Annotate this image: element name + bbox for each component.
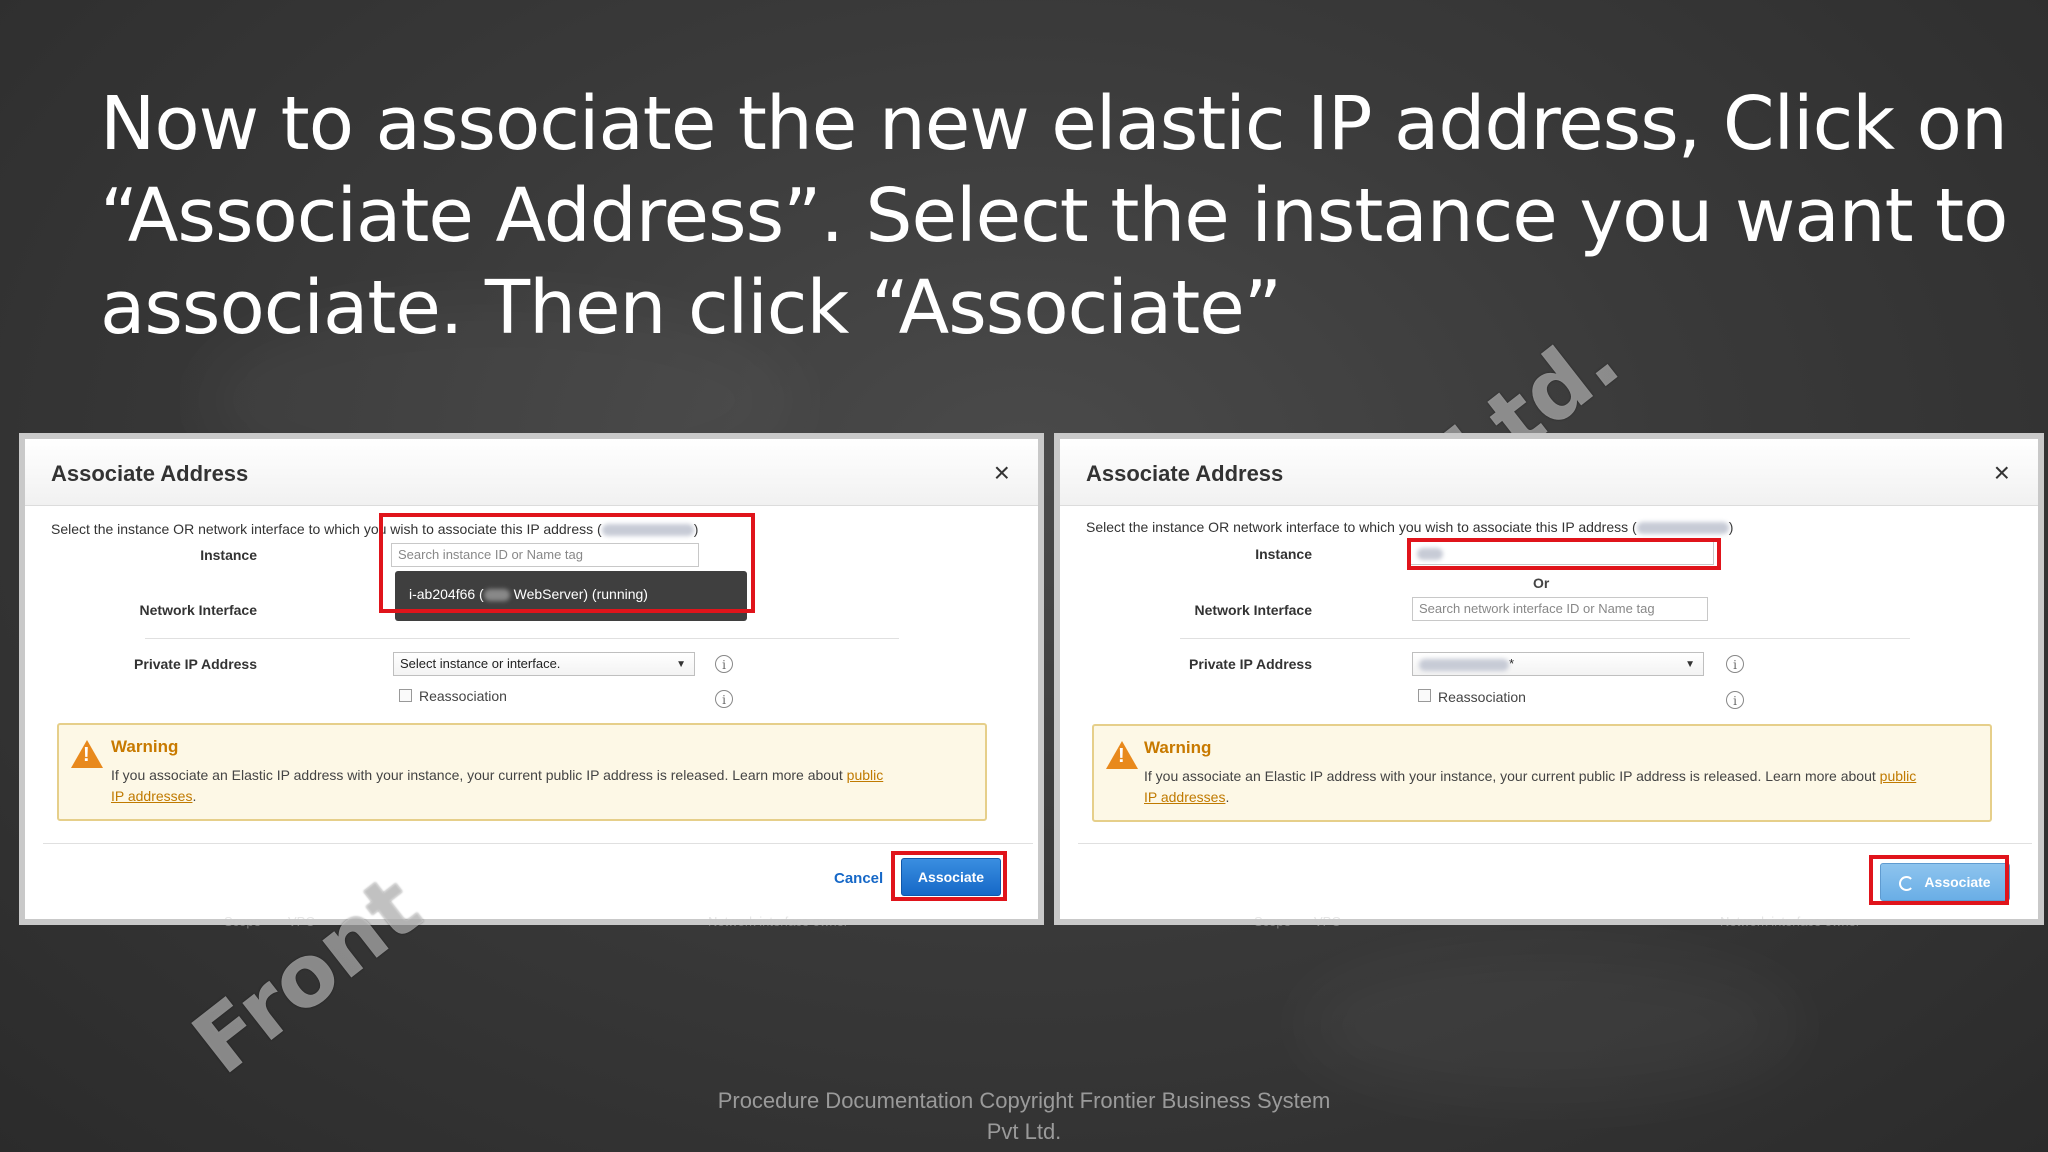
warning-body: If you associate an Elastic IP address w… [1144,768,1876,784]
network-interface-input[interactable]: Search network interface ID or Name tag [1412,597,1708,621]
associate-address-dialog: Associate Address × Select the instance … [25,439,1038,919]
footer-line-2: Pvt Ltd. [986,1119,1062,1144]
dialog-title: Associate Address [1086,461,1284,486]
slide-headline: Now to associate the new elastic IP addr… [100,78,2008,354]
chevron-down-icon: ▼ [1685,659,1695,670]
or-label: Or [1533,575,1550,591]
warning-mark: ! [1118,745,1125,767]
dialog-header: Associate Address × [1060,439,2038,506]
chalk-smudge [1300,950,1800,1100]
reassociation-label: Reassociation [419,688,507,704]
bg-text-vpc: VPC [1314,914,1341,929]
redacted-ip [1636,522,1729,535]
chevron-down-icon: ▼ [676,659,686,670]
footer-divider [43,843,1033,844]
highlight-instance-box [1407,538,1721,570]
headline-line-1: Now to associate the new elastic IP addr… [100,81,2008,167]
close-icon[interactable]: × [1994,457,2010,489]
headline-line-2: “Associate Address”. Select the instance… [100,173,2008,259]
warning-box: ! Warning If you associate an Elastic IP… [1092,724,1992,822]
cancel-button[interactable]: Cancel [834,870,883,887]
warning-box: ! Warning If you associate an Elastic IP… [57,723,987,821]
warning-period: . [1225,789,1230,805]
right-screenshot: Associate Address × Select the instance … [1054,433,2044,925]
private-ip-label: Private IP Address [134,656,257,672]
divider [145,638,899,639]
info-icon[interactable]: i [715,690,733,708]
footer-divider [1078,843,2032,844]
warning-mark: ! [83,744,90,766]
highlight-associate-box [891,851,1007,901]
bg-text-scope: Scope [224,914,261,929]
warning-title: Warning [1144,738,1212,757]
warning-period: . [192,788,197,804]
bg-text-owner: Network interface owner [1720,914,1861,929]
ip-addresses-link[interactable]: IP addresses [1144,789,1225,805]
instance-label: Instance [200,547,257,563]
private-ip-label: Private IP Address [1189,656,1312,672]
dialog-title: Associate Address [51,461,249,486]
dialog-header: Associate Address × [25,439,1038,506]
footer-line-1: Procedure Documentation Copyright Fronti… [717,1088,1331,1113]
private-ip-select[interactable]: * ▼ [1412,652,1704,676]
private-ip-select[interactable]: Select instance or interface. ▼ [393,652,695,676]
bg-text-scope: Scope [1254,914,1291,929]
left-screenshot: Associate Address × Select the instance … [19,433,1044,925]
instance-label: Instance [1255,546,1312,562]
slide-footer: Procedure Documentation Copyright Fronti… [0,1085,2048,1147]
highlight-associate-box [1869,855,2009,905]
intro-text: Select the instance OR network interface… [1086,519,1637,535]
associate-address-dialog: Associate Address × Select the instance … [1060,439,2038,919]
close-icon[interactable]: × [994,457,1010,489]
ip-addresses-link[interactable]: IP addresses [111,788,192,804]
warning-text: If you associate an Elastic IP address w… [111,765,971,807]
reassociation-checkbox[interactable] [399,689,412,702]
bg-text-owner: Network interface owner [708,914,849,929]
warning-title: Warning [111,737,179,756]
warning-text: If you associate an Elastic IP address w… [1144,766,1980,808]
headline-line-3: associate. Then click “Associate” [100,265,1282,351]
private-ip-suffix: * [1509,656,1515,671]
info-icon[interactable]: i [1726,655,1744,673]
public-link[interactable]: public [1880,768,1917,784]
redacted-private-ip [1419,658,1509,671]
warning-body: If you associate an Elastic IP address w… [111,767,843,783]
private-ip-value: Select instance or interface. [400,656,561,671]
dialog-intro: Select the instance OR network interface… [1086,519,1733,535]
reassociation-checkbox[interactable] [1418,689,1431,702]
network-interface-label: Network Interface [1194,602,1312,618]
info-icon[interactable]: i [715,655,733,673]
highlight-instance-box [379,513,755,613]
info-icon[interactable]: i [1726,691,1744,709]
reassociation-label: Reassociation [1438,689,1526,705]
network-interface-label: Network Interface [139,602,257,618]
public-link[interactable]: public [847,767,884,783]
intro-suffix: ) [1728,519,1734,535]
divider [1180,638,1910,639]
